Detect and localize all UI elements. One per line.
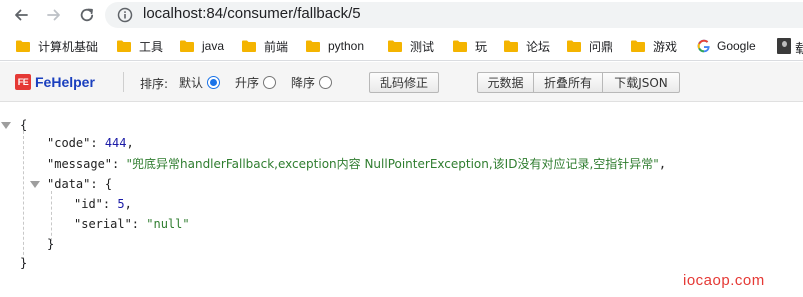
bookmark-item[interactable]: 论坛 — [504, 37, 550, 55]
toolbar-divider — [123, 72, 124, 92]
fehelper-logo-icon: FE — [15, 74, 31, 90]
bookmark-item[interactable]: 游戏 — [631, 37, 677, 55]
info-icon[interactable] — [117, 7, 133, 23]
json-viewer: { "code": 444, "message": "兜底异常handlerFa… — [0, 103, 803, 297]
json-key: "code" — [47, 136, 91, 150]
folder-icon — [306, 40, 320, 52]
json-data-close: } — [47, 237, 55, 251]
folder-icon — [117, 40, 131, 52]
bookmark-item[interactable]: 问鼎 — [567, 37, 613, 55]
json-key: "data" — [47, 177, 91, 191]
folder-icon — [180, 40, 194, 52]
bookmark-overflow-text[interactable]: 载 — [795, 38, 803, 57]
address-bar: localhost:84/consumer/fallback/5 — [0, 0, 803, 30]
json-close-brace: } — [20, 256, 28, 270]
json-string: "null" — [146, 217, 190, 231]
json-number: 5 — [117, 197, 125, 211]
json-key: "message" — [47, 157, 113, 171]
reload-icon — [80, 8, 94, 22]
json-key: "id" — [74, 197, 103, 211]
json-line-message: "message": "兜底异常handlerFallback,exceptio… — [47, 157, 667, 171]
bookmark-avatar[interactable] — [777, 38, 791, 54]
json-key: "serial" — [74, 217, 132, 231]
watermark-text: iocaop.com — [683, 272, 765, 289]
reload-button[interactable] — [76, 4, 98, 26]
fix-encoding-button[interactable]: 乱码修正 — [369, 72, 439, 93]
json-number: 444 — [104, 136, 127, 150]
json-line-code: "code": 444, — [47, 136, 134, 150]
back-button[interactable] — [10, 4, 32, 26]
radio-unchecked[interactable] — [319, 75, 333, 89]
fehelper-toolbar: FE FeHelper 排序: 默认 升序 降序 乱码修正 元数据 折叠所有 下… — [0, 62, 803, 102]
sort-label: 排序: — [140, 77, 169, 91]
fehelper-logo-text: FeHelper — [35, 74, 95, 90]
bookmark-item[interactable]: 工具 — [117, 37, 163, 55]
json-string: "兜底异常handlerFallback,exception内容 NullPoi… — [126, 157, 659, 171]
bookmarks-bar: 计算机基础 工具 java 前端 python 测试 玩 论坛 问鼎 游戏 Go… — [0, 31, 803, 61]
json-line-id: "id": 5, — [74, 197, 132, 211]
collapse-toggle-icon[interactable] — [1, 122, 11, 129]
bookmark-item[interactable]: 玩 — [453, 37, 487, 55]
folder-icon — [504, 40, 518, 52]
bookmark-item[interactable]: 计算机基础 — [16, 37, 98, 55]
collapse-toggle-icon[interactable] — [30, 181, 40, 188]
json-line-serial: "serial": "null" — [74, 217, 190, 231]
folder-icon — [16, 40, 30, 52]
sort-option-default[interactable]: 默认 — [179, 73, 221, 91]
bookmark-item[interactable]: 测试 — [388, 37, 434, 55]
indent-guide — [51, 191, 52, 241]
sort-option-asc[interactable]: 升序 — [235, 73, 277, 91]
folder-icon — [453, 40, 467, 52]
forward-arrow-icon — [47, 9, 60, 21]
json-line-data: "data": { — [47, 177, 113, 191]
folder-icon — [388, 40, 402, 52]
fehelper-logo[interactable]: FE FeHelper — [15, 73, 95, 91]
url-text[interactable]: localhost:84/consumer/fallback/5 — [143, 5, 361, 22]
bookmark-item[interactable]: java — [180, 37, 224, 55]
bookmark-item[interactable]: 前端 — [242, 37, 288, 55]
collapse-all-button[interactable]: 折叠所有 — [533, 72, 603, 93]
indent-guide — [23, 131, 24, 265]
folder-icon — [242, 40, 256, 52]
raw-data-button[interactable]: 元数据 — [477, 72, 534, 93]
radio-unchecked[interactable] — [263, 75, 277, 89]
radio-checked[interactable] — [207, 75, 221, 89]
download-json-button[interactable]: 下载JSON — [602, 72, 680, 93]
sort-option-desc[interactable]: 降序 — [291, 73, 333, 91]
folder-icon — [631, 40, 645, 52]
forward-button[interactable] — [43, 4, 65, 26]
back-arrow-icon — [15, 9, 28, 21]
url-omnibox[interactable]: localhost:84/consumer/fallback/5 — [105, 2, 803, 28]
json-open-brace: { — [20, 118, 28, 132]
json-data-open: { — [104, 177, 113, 191]
bookmark-item-google[interactable]: Google — [697, 37, 756, 55]
bookmark-item[interactable]: python — [306, 37, 364, 55]
folder-icon — [567, 40, 581, 52]
google-icon — [697, 39, 710, 53]
